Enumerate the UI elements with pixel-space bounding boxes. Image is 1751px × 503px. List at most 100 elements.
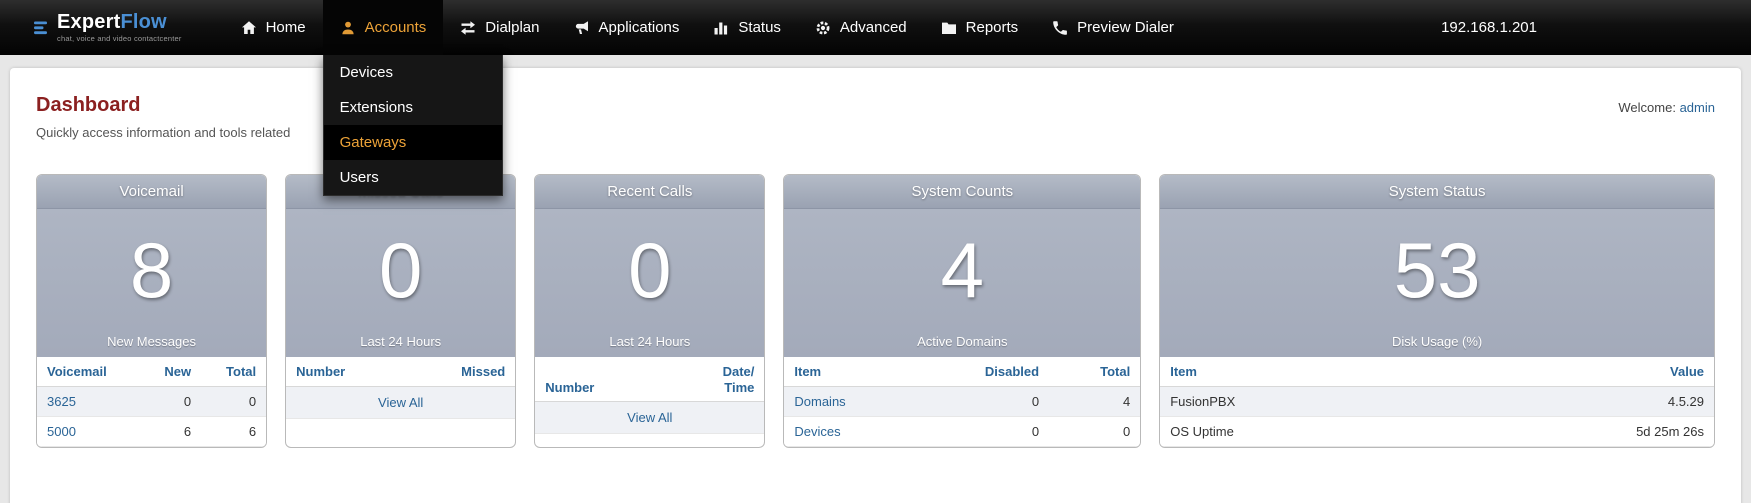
nav-item-label: Dialplan: [485, 19, 539, 36]
table-cell: Domains: [784, 386, 914, 416]
missed-calls-table: NumberMissed: [286, 357, 515, 387]
voicemail-table: VoicemailNewTotal362500500066: [37, 357, 266, 447]
gear-icon: [815, 20, 831, 36]
card-body: 8 New Messages: [37, 209, 266, 357]
view-all-row: View All: [286, 387, 515, 419]
nav-item-label: Reports: [966, 19, 1019, 36]
nav-item-advanced[interactable]: Advanced: [798, 0, 924, 55]
welcome-text: Welcome: admin: [1618, 94, 1715, 115]
table-cell: FusionPBX: [1160, 386, 1432, 416]
table-cell-link[interactable]: 5000: [47, 424, 76, 439]
nav-item-label: Accounts: [365, 19, 427, 36]
user-icon: [340, 20, 356, 36]
card-body: 53 Disk Usage (%): [1160, 209, 1714, 357]
home-icon: [241, 20, 257, 36]
column-header: Voicemail: [37, 357, 140, 386]
nav-item-label: Home: [266, 19, 306, 36]
main-content-panel: Dashboard Quickly access information and…: [10, 68, 1741, 503]
table-row: OS Uptime5d 25m 26s: [1160, 416, 1714, 446]
table-row: FusionPBX4.5.29: [1160, 386, 1714, 416]
table-row: 362500: [37, 386, 266, 416]
card-caption: Disk Usage (%): [1160, 334, 1714, 349]
dropdown-item-users[interactable]: Users: [324, 160, 502, 195]
column-header: Disabled: [914, 357, 1049, 386]
column-header: Total: [1049, 357, 1140, 386]
table-cell-link[interactable]: Devices: [794, 424, 840, 439]
dropdown-item-gateways[interactable]: Gateways: [324, 125, 502, 160]
nav-item-preview-dialer[interactable]: Preview Dialer: [1035, 0, 1191, 55]
table-row: Domains04: [784, 386, 1140, 416]
main-nav: Home Accounts Devices Extensions Gateway…: [224, 0, 1191, 55]
brand-tagline: chat, voice and video contactcenter: [57, 35, 182, 43]
page-title: Dashboard: [36, 94, 290, 117]
table-header-row: NumberMissed: [286, 357, 515, 386]
card-missed-calls: Missed Calls 0 Last 24 Hours NumberMisse…: [285, 174, 516, 448]
nav-item-accounts[interactable]: Accounts Devices Extensions Gateways Use…: [323, 0, 444, 55]
table-cell: Devices: [784, 416, 914, 446]
view-all-link[interactable]: View All: [378, 395, 423, 410]
table-header-row: ItemValue: [1160, 357, 1714, 386]
column-header: Missed: [405, 357, 515, 386]
card-number: 0: [535, 209, 764, 309]
card-caption: Last 24 Hours: [535, 334, 764, 349]
nav-item-label: Status: [738, 19, 781, 36]
phone-icon: [1052, 20, 1068, 36]
card-body: 0 Last 24 Hours: [286, 209, 515, 357]
top-navbar: ExpertFlow chat, voice and video contact…: [0, 0, 1751, 55]
table-header-row: NumberDate/ Time: [535, 357, 764, 402]
brand-logo[interactable]: ExpertFlow chat, voice and video contact…: [0, 0, 206, 55]
column-header: Number: [535, 357, 666, 402]
card-title: System Status: [1160, 175, 1714, 209]
table-cell: 4.5.29: [1432, 386, 1714, 416]
table-row: Devices 00: [784, 416, 1140, 446]
system-counts-table: ItemDisabledTotalDomains04Devices00: [784, 357, 1140, 447]
card-title: Recent Calls: [535, 175, 764, 209]
dropdown-item-devices[interactable]: Devices: [324, 55, 502, 90]
nav-item-home[interactable]: Home: [224, 0, 323, 55]
bar-chart-icon: [713, 20, 729, 36]
table-cell: 0: [1049, 416, 1140, 446]
dropdown-item-extensions[interactable]: Extensions: [324, 90, 502, 125]
card-system-counts: System Counts 4 Active Domains ItemDisab…: [783, 174, 1141, 448]
accounts-dropdown-menu: Devices Extensions Gateways Users: [323, 55, 503, 196]
nav-item-applications[interactable]: Applications: [557, 0, 697, 55]
table-cell: 5d 25m 26s: [1432, 416, 1714, 446]
nav-item-dialplan[interactable]: Dialplan: [443, 0, 556, 55]
page-header: Dashboard Quickly access information and…: [36, 94, 1715, 140]
view-all-link[interactable]: View All: [627, 410, 672, 425]
nav-item-status[interactable]: Status: [696, 0, 798, 55]
server-ip: 192.168.1.201: [1441, 19, 1751, 36]
nav-item-reports[interactable]: Reports: [924, 0, 1036, 55]
table-header-row: ItemDisabledTotal: [784, 357, 1140, 386]
column-header: Item: [784, 357, 914, 386]
card-voicemail: Voicemail 8 New Messages VoicemailNewTot…: [36, 174, 267, 448]
card-system-status: System Status 53 Disk Usage (%) ItemValu…: [1159, 174, 1715, 448]
megaphone-icon: [574, 20, 590, 36]
table-cell: 0: [201, 386, 266, 416]
folder-icon: [941, 20, 957, 36]
card-body: 4 Active Domains: [784, 209, 1140, 357]
table-cell: OS Uptime: [1160, 416, 1432, 446]
brand-title: ExpertFlow: [57, 12, 182, 32]
table-cell: 0: [914, 416, 1049, 446]
table-cell: 5000: [37, 416, 140, 446]
column-header: Number: [286, 357, 405, 386]
column-header: Value: [1432, 357, 1714, 386]
table-cell: 6: [140, 416, 201, 446]
card-number: 8: [37, 209, 266, 309]
card-caption: Last 24 Hours: [286, 334, 515, 349]
card-caption: Active Domains: [784, 334, 1140, 349]
column-header: Total: [201, 357, 266, 386]
transfer-arrows-icon: [460, 20, 476, 36]
table-cell: 3625: [37, 386, 140, 416]
table-cell-link[interactable]: Domains: [794, 394, 845, 409]
table-cell-link[interactable]: 3625: [47, 394, 76, 409]
brand-bars-icon: [34, 20, 49, 36]
table-row: 500066: [37, 416, 266, 446]
nav-item-label: Applications: [599, 19, 680, 36]
card-body: 0 Last 24 Hours: [535, 209, 764, 357]
welcome-user-link[interactable]: admin: [1680, 100, 1715, 115]
card-caption: New Messages: [37, 334, 266, 349]
nav-item-label: Advanced: [840, 19, 907, 36]
table-cell: 0: [914, 386, 1049, 416]
